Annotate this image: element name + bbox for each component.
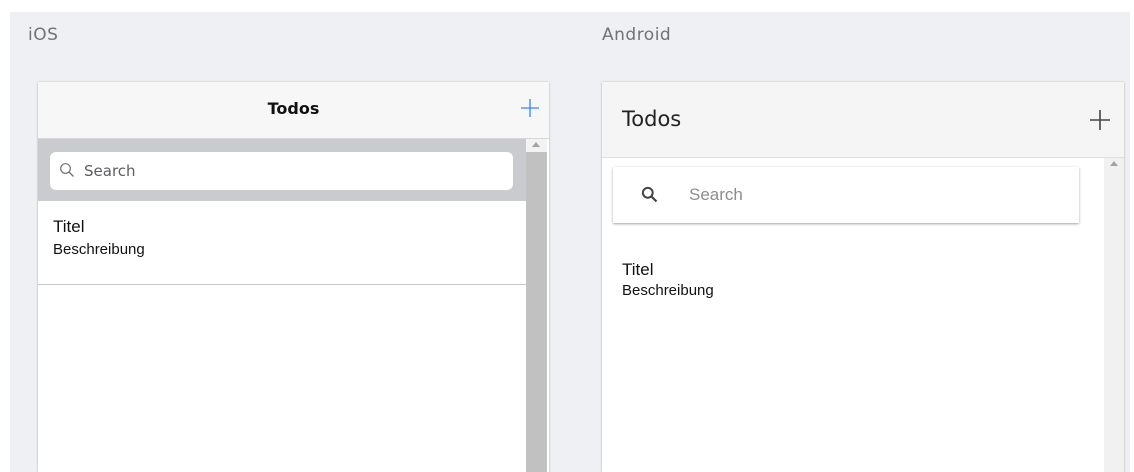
scroll-up-arrow-icon[interactable]: [1110, 161, 1118, 166]
ios-item-title: Titel: [53, 217, 85, 236]
android-search-input[interactable]: Search: [613, 167, 1079, 223]
search-icon: [641, 186, 658, 203]
android-item-title[interactable]: Titel: [622, 260, 654, 280]
ios-item-description: Beschreibung: [53, 241, 145, 258]
ios-list-scroll-area: Search Titel Beschreibung: [38, 139, 549, 472]
ios-scrollbar[interactable]: [526, 139, 547, 472]
comparison-stage: iOS Android Todos Search Titel Beschreib…: [10, 12, 1130, 472]
android-add-button[interactable]: [1088, 108, 1112, 132]
android-platform-label: Android: [602, 25, 672, 45]
ios-search-bar: Search: [38, 139, 526, 201]
ios-platform-label: iOS: [28, 25, 59, 45]
ios-add-button[interactable]: [519, 97, 541, 119]
android-scrollbar[interactable]: [1104, 158, 1124, 472]
scroll-up-arrow-icon[interactable]: [532, 142, 540, 147]
ios-list-item[interactable]: Titel Beschreibung: [38, 201, 526, 285]
ios-todo-screen: Todos Search Titel Beschreibung: [38, 82, 549, 472]
android-list-scroll-area: Search Titel Beschreibung: [602, 158, 1124, 472]
android-todo-screen: Todos Search Titel Beschreibung: [602, 82, 1124, 472]
ios-nav-title: Todos: [267, 99, 320, 118]
android-search-placeholder: Search: [689, 185, 743, 204]
plus-icon: [521, 99, 539, 117]
search-icon: [60, 163, 74, 177]
ios-search-placeholder: Search: [84, 162, 136, 180]
android-app-bar-title: Todos: [622, 107, 682, 131]
android-app-bar: Todos: [602, 82, 1124, 158]
ios-search-input[interactable]: Search: [50, 152, 513, 190]
android-item-description[interactable]: Beschreibung: [622, 282, 714, 299]
plus-icon: [1090, 110, 1110, 130]
ios-navigation-bar: Todos: [38, 82, 549, 139]
ios-scrollbar-thumb[interactable]: [526, 152, 547, 472]
